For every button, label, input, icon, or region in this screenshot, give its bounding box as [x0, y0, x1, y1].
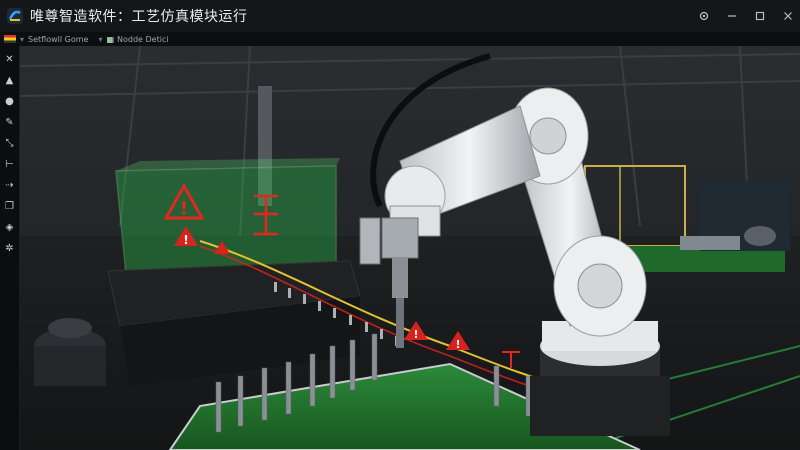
title-bar: 唯尊智造软件：工艺仿真模块运行 [0, 0, 800, 32]
bucket-icon[interactable]: ◈ [3, 220, 17, 234]
node-icon: ▦ [106, 34, 115, 44]
tab-label: Nodde Detici [117, 34, 169, 44]
3d-viewport[interactable]: ! ! ! ! [20, 46, 800, 450]
path-icon[interactable]: ⇢ [3, 178, 17, 192]
svg-text:!: ! [455, 338, 460, 351]
pen-icon[interactable]: ✎ [3, 115, 17, 129]
settings-icon[interactable] [692, 4, 716, 28]
app-logo-icon [7, 8, 23, 24]
minimize-icon[interactable] [720, 4, 744, 28]
cone-icon[interactable]: ▲ [3, 73, 17, 87]
dropdown-caret-icon[interactable]: ▾ [98, 35, 102, 44]
flag-icon [4, 35, 16, 43]
simulation-scene: ! ! ! ! [20, 46, 800, 450]
robot-base [530, 321, 670, 436]
tool-sidebar: ✕ ▲ ● ✎ ⤡ ⊢ ⇢ ❐ ◈ ✲ [0, 46, 20, 450]
svg-text:!: ! [180, 198, 188, 219]
tab-bar: ▾ Setflowll Gome ▾ ▦ Nodde Detici [0, 32, 800, 46]
tab-node[interactable]: ▦ Nodde Detici [106, 35, 168, 44]
gear-icon[interactable]: ✲ [3, 241, 17, 255]
tab-label: Setflowll Gome [28, 34, 89, 44]
close-x-icon[interactable]: ✕ [3, 52, 17, 66]
sphere-icon[interactable]: ● [3, 94, 17, 108]
close-icon[interactable] [776, 4, 800, 28]
transform-icon[interactable]: ⤡ [3, 136, 17, 150]
app-title: 唯尊智造软件：工艺仿真模块运行 [30, 9, 248, 25]
measure-icon[interactable]: ⊢ [3, 157, 17, 171]
svg-text:!: ! [413, 328, 418, 341]
tab-scene[interactable]: Setflowll Gome [28, 35, 88, 44]
dropdown-caret-icon[interactable]: ▾ [20, 35, 24, 44]
maximize-icon[interactable] [748, 4, 772, 28]
window-controls [688, 0, 800, 32]
layers-icon[interactable]: ❐ [3, 199, 17, 213]
svg-text:!: ! [183, 233, 188, 247]
